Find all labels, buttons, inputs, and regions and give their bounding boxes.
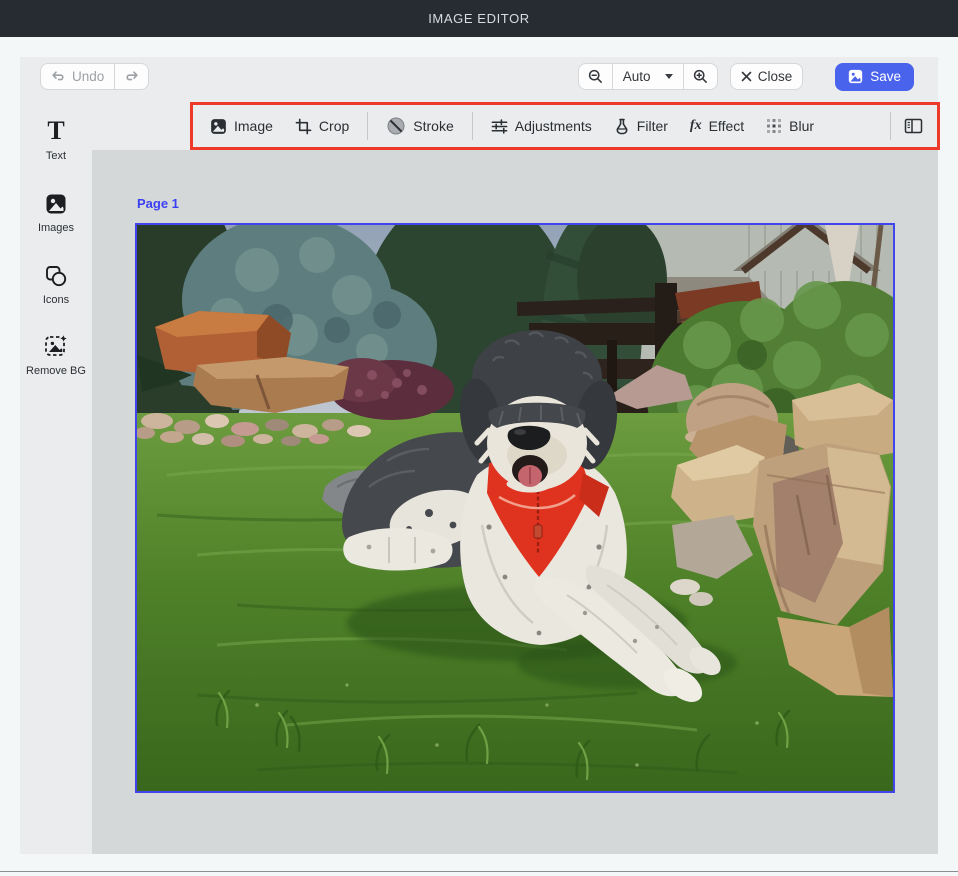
undo-icon	[51, 70, 66, 83]
blur-icon	[766, 118, 782, 134]
history-group: Undo	[40, 63, 149, 90]
right-tools: Auto Close	[578, 63, 914, 91]
page-label[interactable]: Page 1	[137, 196, 179, 211]
sidebar-item-icons[interactable]: Icons	[24, 262, 88, 308]
save-button[interactable]: Save	[835, 63, 914, 91]
zoom-in-icon	[693, 69, 708, 84]
zoom-out-icon	[588, 69, 603, 84]
window-bottom-edge	[0, 871, 958, 872]
zoom-out-button[interactable]	[578, 63, 613, 90]
sidebar-item-images[interactable]: Images	[24, 190, 88, 236]
sidebar-item-label: Remove BG	[26, 365, 86, 379]
crop-tool-button[interactable]: Crop	[284, 110, 360, 142]
toolbar-separator	[367, 112, 368, 140]
edit-toolbar: Image Crop	[92, 96, 938, 150]
highlight-red-frame: Image Crop	[190, 102, 940, 150]
image-icon	[210, 118, 227, 135]
titlebar: IMAGE EDITOR	[0, 0, 958, 37]
blur-tool-button[interactable]: Blur	[755, 110, 825, 142]
close-label: Close	[758, 69, 793, 84]
panel-toggle-icon	[904, 118, 923, 134]
icons-icon	[44, 262, 68, 288]
text-icon: T	[47, 118, 64, 144]
undo-label: Undo	[72, 69, 104, 84]
app-title: IMAGE EDITOR	[428, 11, 530, 26]
photo-dog-in-yard	[137, 225, 893, 791]
redo-button[interactable]	[114, 63, 149, 90]
sidebar-item-text[interactable]: T Text	[24, 118, 88, 164]
fx-icon: fx	[690, 118, 702, 134]
chevron-down-icon	[665, 74, 673, 79]
effect-tool-button[interactable]: fx Effect	[679, 110, 755, 142]
close-button[interactable]: Close	[730, 63, 804, 90]
sidebar-item-label: Images	[38, 222, 74, 236]
image-icon	[848, 69, 863, 84]
stroke-tool-button[interactable]: Stroke	[375, 110, 464, 142]
zoom-in-button[interactable]	[683, 63, 718, 90]
selected-image[interactable]	[135, 223, 895, 793]
undo-button[interactable]: Undo	[40, 63, 115, 90]
adjustments-tool-button[interactable]: Adjustments	[480, 110, 603, 142]
toolbar-separator	[890, 112, 891, 140]
redo-icon	[124, 70, 139, 83]
toolbar-separator	[472, 112, 473, 140]
adjustments-icon	[491, 118, 508, 135]
images-icon	[44, 190, 68, 216]
filter-tool-button[interactable]: Filter	[603, 110, 679, 142]
zoom-group: Auto	[578, 63, 718, 90]
crop-icon	[295, 118, 312, 135]
panel-toggle-button[interactable]	[898, 110, 929, 142]
filter-flask-icon	[614, 118, 630, 135]
sidebar-item-remove-bg[interactable]: Remove BG	[24, 333, 88, 379]
sidebar-item-label: Text	[46, 150, 66, 164]
left-sidebar: T Text Images	[20, 96, 92, 854]
save-label: Save	[870, 69, 901, 84]
editor-panel: Undo Auto	[20, 57, 938, 854]
close-icon	[741, 71, 752, 82]
image-tool-button[interactable]: Image	[199, 110, 284, 142]
zoom-level-dropdown[interactable]: Auto	[612, 63, 684, 90]
canvas-area[interactable]: Page 1	[92, 150, 938, 854]
sidebar-item-label: Icons	[43, 294, 69, 308]
remove-bg-icon	[43, 333, 69, 359]
zoom-level-value: Auto	[623, 69, 651, 84]
top-toolbar: Undo Auto	[20, 57, 938, 96]
stroke-icon	[386, 116, 406, 136]
